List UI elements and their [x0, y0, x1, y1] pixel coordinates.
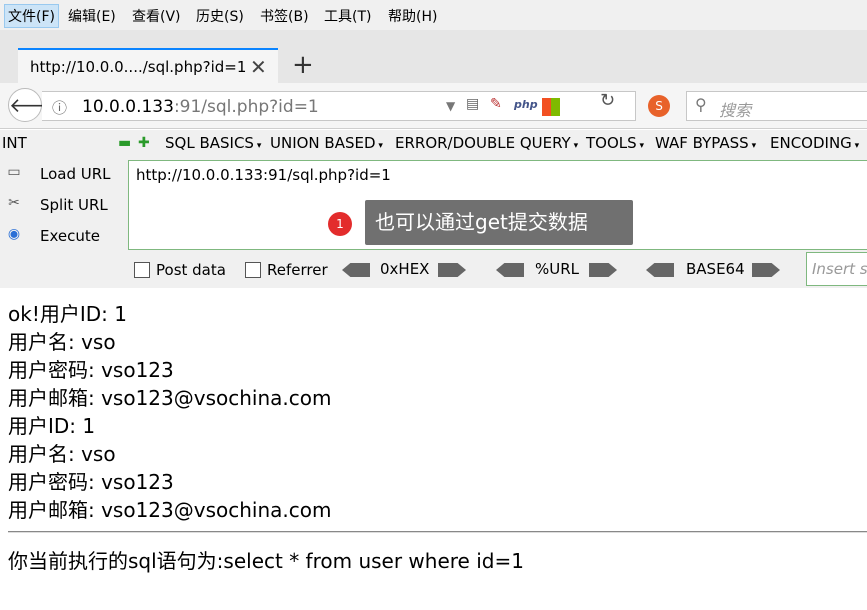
content-line: 用户邮箱: vso123@vsochina.com	[8, 498, 332, 522]
menu-encoding[interactable]: ENCODING ▾	[770, 134, 859, 152]
content-line: 用户名: vso	[8, 330, 116, 354]
address-host: 10.0.0.133	[82, 97, 174, 117]
menu-union-based[interactable]: UNION BASED ▾	[270, 134, 383, 152]
address-text: 10.0.0.133:91/sql.php?id=1	[82, 97, 319, 117]
menu-error-label: ERROR/DOUBLE QUERY	[395, 134, 571, 152]
tab-sql-php[interactable]: http://10.0.0..../sql.php?id=1 ✕	[18, 48, 278, 83]
back-arrow-icon[interactable]: 🡐	[8, 88, 63, 122]
page-content: ok!用户ID: 1 用户名: vso 用户密码: vso123 用户邮箱: v…	[8, 300, 332, 524]
insert-string-field[interactable]: Insert st	[806, 252, 867, 286]
url-decode-arrow-icon[interactable]	[496, 263, 524, 277]
url-label: %URL	[535, 260, 580, 278]
referrer-box[interactable]	[245, 262, 261, 278]
content-line: 用户密码: vso123	[8, 470, 174, 494]
hex-label: 0xHEX	[380, 260, 430, 278]
base64-decode-arrow-icon[interactable]	[646, 263, 674, 277]
server-icon[interactable]: ▤	[466, 96, 479, 112]
split-url-button[interactable]: ✂ Split URL	[4, 193, 124, 219]
dropdown-arrow-icon[interactable]: ▼	[446, 99, 455, 113]
menu-sql-basics-label: SQL BASICS	[165, 134, 254, 152]
noscript-icon[interactable]: S	[648, 95, 670, 117]
search-placeholder: 搜索	[719, 101, 752, 120]
info-icon[interactable]: ⓘ	[52, 97, 67, 118]
menu-waf-label: WAF BYPASS	[655, 134, 749, 152]
address-bar[interactable]: ⓘ 10.0.0.133:91/sql.php?id=1 ▼ ▤ ✎ php	[42, 91, 636, 121]
menu-tools[interactable]: 工具(T)	[324, 6, 371, 26]
close-tab-icon[interactable]: ✕	[250, 55, 267, 79]
php-icon[interactable]: php	[514, 98, 538, 111]
post-data-label: Post data	[156, 261, 226, 279]
content-line: ok!用户ID: 1	[8, 302, 127, 326]
load-url-label: Load URL	[40, 165, 111, 183]
content-line: 用户名: vso	[8, 442, 116, 466]
menu-waf-bypass[interactable]: WAF BYPASS ▾	[655, 134, 756, 152]
new-tab-icon[interactable]: +	[292, 50, 314, 80]
divider	[8, 531, 867, 533]
annotation-tooltip: 也可以通过get提交数据	[365, 200, 633, 245]
menu-history[interactable]: 历史(S)	[196, 6, 244, 26]
plus-icon[interactable]: ✚	[138, 135, 150, 151]
annotation-badge: 1	[328, 212, 352, 236]
scissors-icon: ✂	[8, 195, 20, 211]
menu-bar: 文件(F) 编辑(E) 查看(V) 历史(S) 书签(B) 工具(T) 帮助(H…	[0, 0, 867, 30]
referrer-label: Referrer	[267, 261, 328, 279]
menu-view[interactable]: 查看(V)	[132, 6, 181, 26]
split-url-label: Split URL	[40, 196, 108, 214]
execute-label: Execute	[40, 227, 100, 245]
content-line: 用户ID: 1	[8, 414, 96, 438]
menu-encoding-label: ENCODING	[770, 134, 852, 152]
sql-statement: 你当前执行的sql语句为:select * from user where id…	[8, 549, 524, 573]
post-data-checkbox[interactable]: Post data	[134, 261, 226, 279]
load-url-button[interactable]: ▭ Load URL	[4, 162, 124, 188]
menu-file[interactable]: 文件(F)	[4, 4, 59, 28]
menu-bookmarks[interactable]: 书签(B)	[260, 6, 309, 26]
menu-help[interactable]: 帮助(H)	[388, 6, 437, 26]
menu-edit[interactable]: 编辑(E)	[68, 6, 116, 26]
referrer-checkbox[interactable]: Referrer	[245, 261, 328, 279]
menu-error-double-query[interactable]: ERROR/DOUBLE QUERY ▾	[395, 134, 578, 152]
url-encode-arrow-icon[interactable]	[589, 263, 617, 277]
post-data-box[interactable]	[134, 262, 150, 278]
search-icon: ⚲	[695, 95, 707, 114]
tab-title: http://10.0.0..../sql.php?id=1	[30, 58, 247, 76]
search-box[interactable]: ⚲ 搜索	[686, 91, 867, 121]
menu-union-based-label: UNION BASED	[270, 134, 376, 152]
base64-label: BASE64	[686, 260, 745, 278]
hex-encode-arrow-icon[interactable]	[438, 263, 466, 277]
content-line: 用户密码: vso123	[8, 358, 174, 382]
play-icon: ◉	[7, 226, 21, 242]
menu-tools-label: TOOLS	[586, 134, 637, 152]
load-url-icon: ▭	[7, 164, 21, 180]
hex-decode-arrow-icon[interactable]	[342, 263, 370, 277]
base64-encode-arrow-icon[interactable]	[752, 263, 780, 277]
minus-icon[interactable]: ▬	[118, 135, 131, 151]
nav-bar: 🡐 ⓘ 10.0.0.133:91/sql.php?id=1 ▼ ▤ ✎ php…	[0, 83, 867, 129]
menu-tools-hb[interactable]: TOOLS ▾	[586, 134, 644, 152]
execute-button[interactable]: ◉ Execute	[4, 224, 124, 250]
windows-icon[interactable]	[542, 98, 560, 116]
content-line: 用户邮箱: vso123@vsochina.com	[8, 386, 332, 410]
tab-strip: http://10.0.0..../sql.php?id=1 ✕ +	[0, 30, 867, 83]
int-select[interactable]: INT	[2, 134, 110, 156]
reload-icon[interactable]: ↻	[600, 90, 615, 111]
address-path: :91/sql.php?id=1	[173, 97, 319, 117]
menu-sql-basics[interactable]: SQL BASICS ▾	[165, 134, 261, 152]
feather-icon[interactable]: ✎	[490, 96, 502, 112]
